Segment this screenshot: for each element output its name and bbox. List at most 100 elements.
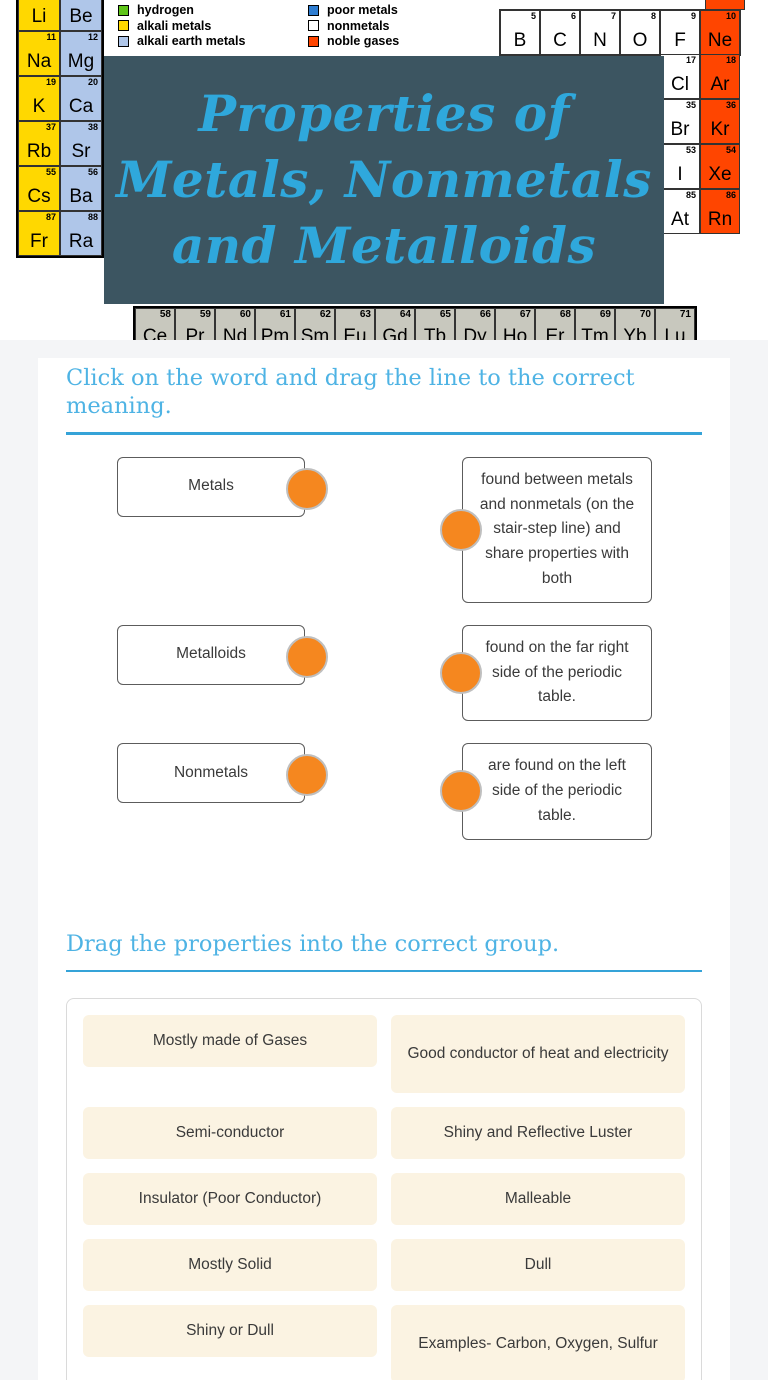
- element-symbol: Er: [545, 326, 565, 340]
- page-body: Click on the word and drag the line to t…: [0, 340, 768, 1380]
- periodic-cell-nd: 60 Nd: [215, 308, 255, 340]
- legend-item: poor metals: [308, 4, 470, 17]
- periodic-cell-xe: 54 Xe: [700, 144, 740, 189]
- match-definition-box[interactable]: found between metals and nonmetals (on t…: [462, 456, 652, 603]
- element-number: 54: [725, 145, 736, 155]
- element-symbol: C: [553, 30, 567, 51]
- element-symbol: Sm: [300, 326, 330, 340]
- element-number: 71: [679, 309, 691, 320]
- periodic-row: 87 Fr 88 Ra: [18, 211, 102, 256]
- element-number: 20: [87, 77, 98, 87]
- periodic-row: 85 At 86 Rn: [660, 189, 740, 234]
- element-symbol: Cl: [671, 74, 689, 95]
- legend-item: noble gases: [308, 35, 470, 48]
- element-number: 12: [87, 32, 98, 42]
- element-symbol: Sr: [71, 141, 91, 162]
- match-term-box[interactable]: Metals: [117, 456, 305, 517]
- element-number: 7: [610, 11, 616, 21]
- element-symbol: Ca: [68, 96, 94, 117]
- element-number: 55: [45, 167, 56, 177]
- periodic-cell-pm: 61 Pm: [255, 308, 295, 340]
- periodic-cell-rb: 37 Rb: [18, 121, 60, 166]
- periodic-cell-br: 35 Br: [660, 99, 700, 144]
- header-banner: 3Li4Be11Na12Mg19K20Ca37Rb38Sr55Cs56Ba87F…: [0, 0, 768, 340]
- match-definition-box[interactable]: are found on the left side of the period…: [462, 743, 652, 840]
- element-number: 58: [159, 309, 171, 320]
- element-symbol: Gd: [382, 326, 408, 340]
- element-number: 53: [685, 145, 696, 155]
- periodic-cell-li: 3Li: [18, 0, 60, 31]
- property-tile[interactable]: Insulator (Poor Conductor): [83, 1173, 377, 1226]
- element-number: 8: [650, 11, 656, 21]
- drag-instruction: Drag the properties into the correct gro…: [66, 930, 560, 957]
- element-number: 66: [479, 309, 491, 320]
- periodic-cell-fr: 87 Fr: [18, 211, 60, 256]
- periodic-cell-mg: 12 Mg: [60, 31, 102, 76]
- periodic-cell-ba: 56 Ba: [60, 166, 102, 211]
- property-tile[interactable]: Dull: [391, 1239, 685, 1292]
- match-term-connector-dot[interactable]: [286, 635, 328, 678]
- element-symbol: Yb: [623, 326, 647, 340]
- element-number: 17: [685, 55, 696, 65]
- match-definition-connector-dot[interactable]: [440, 651, 482, 694]
- periodic-cell-eu: 63 Eu: [335, 308, 375, 340]
- title-overlay: Properties of Metals, Nonmetals and Meta…: [104, 56, 664, 304]
- periodic-cell-o: 8O: [620, 10, 660, 55]
- match-definition-connector-dot[interactable]: [440, 770, 482, 813]
- periodic-row: 55 Cs 56 Ba: [18, 166, 102, 211]
- drag-section-header: Drag the properties into the correct gro…: [38, 924, 730, 973]
- element-number: 65: [439, 309, 451, 320]
- match-term-wrap: Nonmetals: [38, 743, 384, 804]
- periodic-row: 11 Na 12 Mg: [18, 31, 102, 76]
- property-tile[interactable]: Shiny or Dull: [83, 1305, 377, 1358]
- drag-properties-panel: Mostly made of Gases Good conductor of he…: [66, 998, 702, 1380]
- element-symbol: Ce: [142, 326, 168, 340]
- element-number: 61: [279, 309, 291, 320]
- property-tile[interactable]: Mostly Solid: [83, 1239, 377, 1292]
- property-tile[interactable]: Shiny and Reflective Luster: [391, 1107, 685, 1160]
- element-number: 36: [725, 100, 736, 110]
- property-tile[interactable]: Good conductor of heat and electricity: [391, 1015, 685, 1094]
- match-definition-box[interactable]: found on the far right side of the perio…: [462, 624, 652, 722]
- periodic-row: 17 Cl 18 Ar: [660, 54, 740, 99]
- match-term-connector-dot[interactable]: [286, 467, 328, 510]
- element-number: 67: [519, 309, 531, 320]
- element-symbol: N: [593, 30, 607, 51]
- match-row: Metalloids found on the far right side of…: [38, 624, 730, 722]
- element-symbol: Ba: [69, 186, 93, 207]
- match-term-box[interactable]: Metalloids: [117, 624, 305, 685]
- match-definition-connector-dot[interactable]: [440, 508, 482, 551]
- element-symbol: I: [677, 164, 683, 185]
- periodic-cell-yb: 70 Yb: [615, 308, 655, 340]
- property-tile[interactable]: Semi-conductor: [83, 1107, 377, 1160]
- element-symbol: Rb: [26, 141, 52, 162]
- periodic-table-nonmetals-row: 5 B 6 C 7 N 8 O 9 F 10 Ne: [499, 9, 741, 56]
- element-number: 19: [45, 77, 56, 87]
- element-number: 68: [559, 309, 571, 320]
- periodic-cell-i: 53 I: [660, 144, 700, 189]
- periodic-cell-n: 7N: [580, 10, 620, 55]
- element-symbol: Li: [31, 6, 47, 27]
- element-number: 18: [725, 55, 736, 65]
- legend-swatch-icon: [118, 20, 129, 32]
- periodic-cell-ho: 67 Ho: [495, 308, 535, 340]
- periodic-cell-cs: 55 Cs: [18, 166, 60, 211]
- property-tile[interactable]: Mostly made of Gases: [83, 1015, 377, 1068]
- periodic-cell-ar: 18 Ar: [700, 54, 740, 99]
- match-term-connector-dot[interactable]: [286, 754, 328, 797]
- periodic-cell-dy: 66 Dy: [455, 308, 495, 340]
- element-symbol: Xe: [708, 164, 732, 185]
- element-number: 59: [199, 309, 211, 320]
- property-tile[interactable]: Malleable: [391, 1173, 685, 1226]
- periodic-row: 53 I 54 Xe: [660, 144, 740, 189]
- element-symbol: Be: [69, 6, 93, 27]
- legend-swatch-icon: [118, 4, 129, 16]
- element-symbol: Nd: [222, 326, 248, 340]
- element-symbol: Fr: [30, 231, 48, 252]
- property-tile[interactable]: Examples- Carbon, Oxygen, Sulfur: [391, 1305, 685, 1380]
- periodic-cell-ne: 10 Ne: [700, 10, 740, 55]
- match-row: Metals found between metals and nonmetals…: [38, 456, 730, 603]
- match-term-box[interactable]: Nonmetals: [117, 743, 305, 804]
- element-symbol: Ne: [707, 30, 733, 51]
- element-symbol: Ra: [68, 231, 94, 252]
